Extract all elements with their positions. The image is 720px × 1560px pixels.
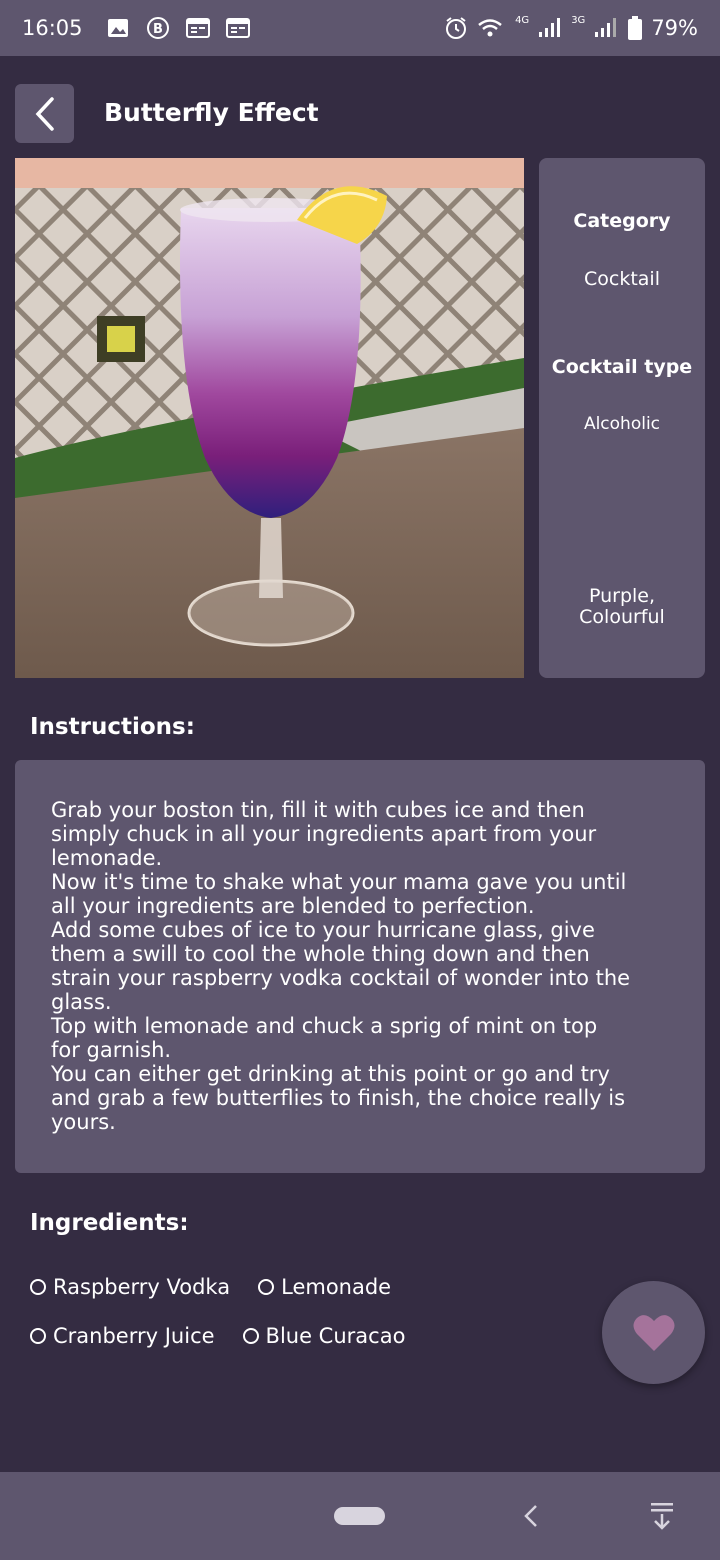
instructions-text: Grab your boston tin, fill it with cubes… [51,798,631,1134]
alarm-icon [443,17,469,39]
network-label-3g: 3G [571,14,586,26]
ingredients-title: Ingredients: [30,1210,189,1236]
ingredient-item: Cranberry Juice [30,1324,215,1348]
ingredient-item: Blue Curacao [242,1323,406,1348]
ingredients-list: Raspberry Vodka Lemonade Cranberry Juice… [30,1262,590,1360]
category-value: Cocktail [584,268,660,290]
b-badge-icon: B [145,17,171,39]
network-label-4g: 4G [515,14,530,26]
image-icon [105,17,131,39]
wifi-icon [477,17,507,39]
signal-icon [593,17,619,39]
status-bar: 16:05 B 4G 3G 79% [0,0,720,56]
back-icon[interactable] [520,1502,542,1530]
menu-down-icon[interactable] [648,1500,676,1532]
circle-bullet-icon [30,1327,46,1344]
cocktail-type-value: Alcoholic [583,414,661,434]
category-label: Category [573,210,671,232]
circle-bullet-icon [258,1278,275,1295]
signal-icon [537,17,563,39]
calendar-icon [185,17,211,39]
circle-bullet-icon [242,1327,259,1344]
cocktail-type-label: Cocktail type [551,356,693,378]
home-pill-icon[interactable] [334,1507,385,1525]
favorite-button[interactable] [602,1281,705,1384]
tags-value: Purple, Colourful [579,585,665,628]
ingredient-item: Raspberry Vodka [30,1275,230,1299]
chevron-left-icon [35,96,54,131]
instructions-card: Grab your boston tin, fill it with cubes… [15,760,705,1173]
heart-icon [633,1314,674,1351]
ingredient-label: Blue Curacao [265,1323,406,1348]
cocktail-image [15,158,524,678]
info-card: Category Cocktail Cocktail type Alcoholi… [539,158,705,678]
page-title: Butterfly Effect [104,98,319,127]
calendar-icon [225,17,251,39]
svg-text:B: B [153,22,163,37]
ingredient-item: Lemonade [258,1275,391,1299]
ingredient-label: Cranberry Juice [53,1323,215,1348]
battery-percent: 79% [651,16,698,40]
navigation-bar [0,1472,720,1560]
battery-icon [627,16,643,40]
back-button[interactable] [15,84,74,143]
header: Butterfly Effect [0,84,720,144]
status-time: 16:05 [22,16,83,40]
ingredient-label: Raspberry Vodka [53,1274,231,1299]
instructions-title: Instructions: [30,714,195,740]
ingredient-label: Lemonade [281,1274,392,1299]
circle-bullet-icon [30,1278,46,1295]
